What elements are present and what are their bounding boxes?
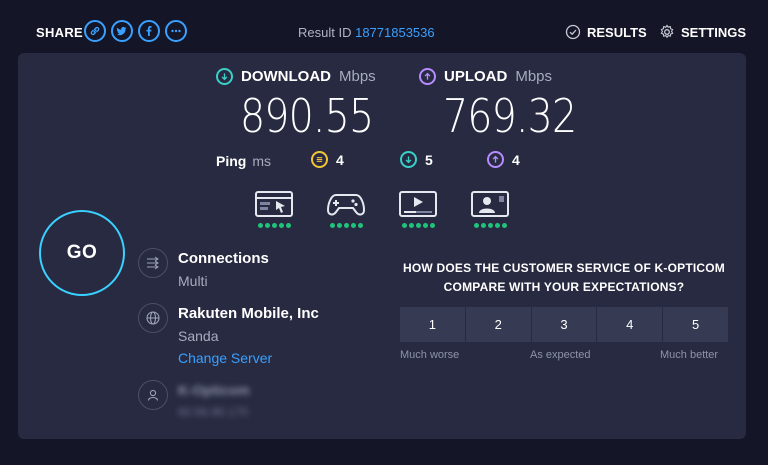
server-provider: Rakuten Mobile, Inc: [178, 305, 319, 322]
results-label: RESULTS: [587, 24, 647, 40]
gear-icon: [660, 24, 674, 39]
activity-video-chat: [470, 190, 510, 228]
download-label: DOWNLOAD: [241, 68, 331, 85]
ping-unit: ms: [252, 153, 272, 169]
ping-label-text: Ping: [216, 153, 247, 169]
upload-arrow-icon: [419, 68, 436, 85]
scale-low-label: Much worse: [400, 349, 460, 361]
top-bar: SHARE Result ID 18771853536 RESULTS SETT…: [0, 0, 768, 60]
globe-icon: [138, 303, 168, 333]
survey-option-3[interactable]: 3: [531, 307, 597, 342]
change-server-link[interactable]: Change Server: [178, 350, 272, 366]
result-id-link[interactable]: 18771853536: [355, 25, 435, 40]
survey-scale: 1 2 3 4 5: [400, 307, 728, 342]
scale-high-label: Much better: [660, 349, 719, 361]
idle-latency-icon: [311, 151, 328, 168]
gamepad-icon: [326, 194, 366, 216]
connections-value: Multi: [178, 273, 208, 289]
ping-idle: 4: [311, 151, 344, 168]
ping-download: 5: [400, 151, 433, 168]
survey-option-4[interactable]: 4: [597, 307, 663, 342]
upload-latency-icon: [487, 151, 504, 168]
download-speed: 890.55: [240, 89, 374, 143]
twitter-icon[interactable]: [111, 20, 133, 42]
connections-icon: [138, 248, 168, 278]
download-latency-icon: [400, 151, 417, 168]
more-icon[interactable]: [165, 20, 187, 42]
download-arrow-icon: [216, 68, 233, 85]
rating-dots: [257, 223, 291, 228]
ping-upload-value: 4: [512, 151, 520, 168]
result-id: Result ID 18771853536: [298, 25, 435, 40]
results-button[interactable]: RESULTS: [565, 24, 647, 40]
video-call-icon: [471, 191, 509, 217]
upload-speed: 769.32: [443, 89, 577, 143]
ping-row: Ping ms 4 5 4: [18, 151, 746, 173]
ping-label: Ping ms: [216, 153, 271, 169]
upload-unit: Mbps: [515, 68, 553, 85]
browser-cursor-icon: [255, 191, 293, 217]
download-unit: Mbps: [339, 68, 376, 85]
upload-label: UPLOAD: [444, 68, 508, 85]
result-id-label: Result ID: [298, 25, 352, 40]
survey-question: HOW DOES THE CUSTOMER SERVICE OF K-OPTIC…: [403, 261, 725, 294]
rating-dots: [473, 223, 507, 228]
activity-gaming: [326, 190, 366, 228]
activity-browsing: [254, 190, 294, 228]
results-panel: DOWNLOAD Mbps 890.55 UPLOAD Mbps 769.32 …: [18, 53, 746, 439]
ping-idle-value: 4: [336, 151, 344, 168]
scale-mid-label: As expected: [530, 349, 591, 361]
user-icon: [138, 380, 168, 410]
ping-download-value: 5: [425, 151, 433, 168]
download-header: DOWNLOAD Mbps: [216, 68, 376, 85]
share-label: SHARE: [36, 25, 84, 40]
user-ip: 60.56.90.170: [178, 405, 249, 419]
connections-title: Connections: [178, 250, 269, 267]
go-button[interactable]: GO: [39, 210, 125, 296]
activity-streaming: [398, 190, 438, 228]
survey-option-2[interactable]: 2: [465, 307, 531, 342]
settings-label: SETTINGS: [681, 24, 747, 40]
settings-button[interactable]: SETTINGS: [659, 24, 746, 40]
survey-option-1[interactable]: 1: [400, 307, 465, 342]
user-isp: K-Opticom: [178, 382, 250, 398]
survey-option-5[interactable]: 5: [663, 307, 728, 342]
server-location: Sanda: [178, 328, 219, 344]
video-player-icon: [399, 191, 437, 217]
check-circle-icon: [565, 24, 581, 40]
link-icon[interactable]: [84, 20, 106, 42]
ping-upload: 4: [487, 151, 520, 168]
upload-header: UPLOAD Mbps: [419, 68, 552, 85]
rating-dots: [329, 223, 363, 228]
facebook-icon[interactable]: [138, 20, 160, 42]
rating-dots: [401, 223, 435, 228]
